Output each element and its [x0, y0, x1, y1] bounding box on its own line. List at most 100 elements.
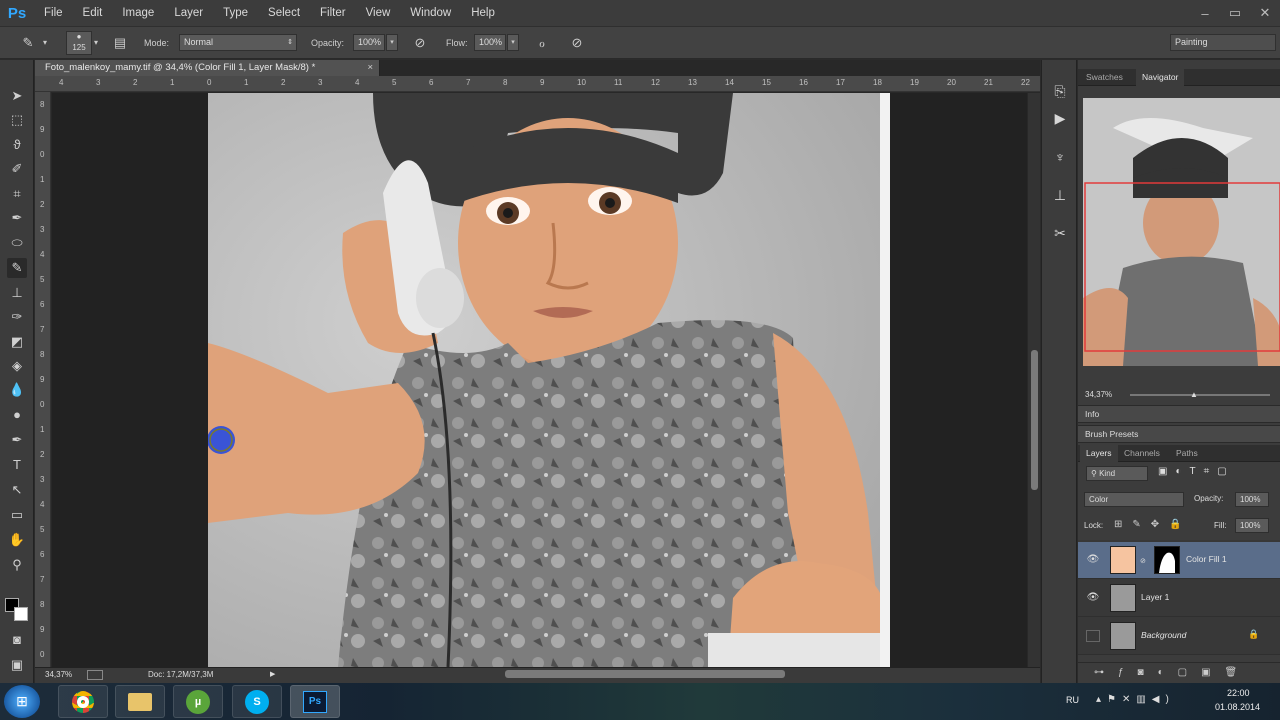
history-brush-tool-icon[interactable]: ✑ [7, 307, 27, 327]
menu-filter[interactable]: Filter [310, 0, 356, 26]
close-button[interactable]: ✕ [1250, 0, 1280, 26]
pen-tool-icon[interactable]: ✒ [7, 430, 27, 450]
visibility-toggle-empty[interactable] [1086, 630, 1100, 642]
hand-tool-icon[interactable]: ✋ [7, 530, 27, 550]
tab-navigator[interactable]: Navigator [1136, 69, 1185, 86]
document-tab[interactable]: Foto_malenkoy_mamy.tif @ 34,4% (Color Fi… [35, 60, 380, 76]
utorrent-taskbar-button[interactable]: µ [173, 685, 223, 718]
menu-type[interactable]: Type [213, 0, 258, 26]
flow-input[interactable]: 100% [474, 34, 506, 51]
screen-mode-icon[interactable]: ▣ [7, 655, 27, 675]
path-selection-tool-icon[interactable]: ↖ [7, 480, 27, 500]
blur-tool-icon[interactable]: 💧 [7, 380, 27, 400]
background-color-swatch[interactable] [14, 607, 28, 621]
eraser-tool-icon[interactable]: ◩ [7, 332, 27, 352]
tab-swatches[interactable]: Swatches [1080, 69, 1129, 86]
actions-panel-icon[interactable]: ▶ [1049, 107, 1071, 129]
photoshop-taskbar-button[interactable]: Ps [290, 685, 340, 718]
menu-view[interactable]: View [356, 0, 401, 26]
layer-opacity-input[interactable]: 100% [1235, 492, 1269, 507]
brush-size-picker[interactable]: ● 125 [66, 31, 92, 55]
pressure-opacity-icon[interactable]: ⊘ [412, 35, 428, 51]
flow-dropdown-icon[interactable]: ▾ [507, 34, 519, 51]
menu-file[interactable]: File [34, 0, 73, 26]
layer-filter-select[interactable]: ⚲ Kind [1086, 466, 1148, 481]
menu-layer[interactable]: Layer [164, 0, 213, 26]
horizontal-scroll-thumb[interactable] [505, 670, 785, 678]
airbrush-icon[interactable]: ℴ [534, 35, 550, 51]
workspace-select[interactable]: Painting [1170, 34, 1276, 51]
opacity-dropdown-icon[interactable]: ▾ [386, 34, 398, 51]
zoom-level[interactable]: 34,37% [45, 670, 72, 679]
visibility-eye-icon[interactable]: 👁 [1086, 554, 1100, 566]
type-tool-icon[interactable]: T [7, 455, 27, 475]
paint-bucket-tool-icon[interactable]: ◈ [7, 356, 27, 376]
move-tool-icon[interactable]: ➤ [7, 86, 27, 106]
dodge-tool-icon[interactable]: ● [7, 405, 27, 425]
minimize-button[interactable]: – [1190, 0, 1220, 26]
tab-layers[interactable]: Layers [1080, 445, 1118, 462]
blend-mode-select[interactable]: Color [1084, 492, 1184, 507]
tool-presets-panel-icon[interactable]: ✂ [1049, 222, 1071, 244]
brush-tool-icon[interactable]: ✎ [7, 258, 27, 278]
navigator-preview[interactable] [1083, 98, 1280, 366]
language-indicator[interactable]: RU [1066, 695, 1079, 705]
visibility-eye-icon[interactable]: 👁 [1086, 592, 1100, 604]
brush-panel-toggle-icon[interactable]: ▤ [112, 35, 128, 51]
menu-edit[interactable]: Edit [73, 0, 113, 26]
clone-source-panel-icon[interactable]: ⊥ [1049, 184, 1071, 206]
menu-select[interactable]: Select [258, 0, 310, 26]
pressure-size-icon[interactable]: ⊘ [569, 35, 585, 51]
quick-mask-icon[interactable]: ◙ [7, 630, 27, 650]
ruler-tick-label: 1 [40, 175, 45, 184]
fill-input[interactable]: 100% [1235, 518, 1269, 533]
rectangle-tool-icon[interactable]: ▭ [7, 505, 27, 525]
clock-time[interactable]: 22:00 [1227, 688, 1250, 698]
tray-icons[interactable]: ▴⚑✕▥◀) [1096, 694, 1175, 705]
layer-row-background[interactable]: Background 🔒 [1078, 618, 1280, 655]
zoom-tool-icon[interactable]: ⚲ [7, 555, 27, 575]
mode-select[interactable]: Normal ⇕ [179, 34, 297, 51]
restore-button[interactable]: ▭ [1220, 0, 1250, 26]
marquee-tool-icon[interactable]: ⬚ [7, 110, 27, 130]
status-menu-arrow-icon[interactable]: ▶ [270, 670, 275, 678]
chrome-taskbar-button[interactable] [58, 685, 108, 718]
tab-paths[interactable]: Paths [1170, 445, 1204, 462]
navigator-zoom-slider[interactable] [1130, 394, 1270, 396]
brush-tool-icon[interactable]: ✎ [20, 35, 36, 51]
explorer-taskbar-button[interactable] [115, 685, 165, 718]
vertical-scroll-thumb[interactable] [1031, 350, 1038, 490]
brush-panel-icon[interactable]: ♆ [1049, 146, 1071, 168]
layer-row-layer1[interactable]: 👁 Layer 1 [1078, 580, 1280, 617]
menu-help[interactable]: Help [461, 0, 505, 26]
menu-window[interactable]: Window [400, 0, 461, 26]
brush-picker-arrow-icon[interactable]: ▾ [92, 35, 100, 51]
layer-filter-icons[interactable]: ▣◐T⌗▢ [1158, 466, 1235, 477]
tab-channels[interactable]: Channels [1118, 445, 1166, 462]
healing-brush-tool-icon[interactable]: ⬭ [7, 233, 27, 253]
lock-icons[interactable]: ⊞✎✥🔒 [1114, 519, 1192, 530]
layers-footer-icons[interactable]: ⊶ƒ◙◐▢▣🗑 [1078, 662, 1280, 683]
brush-presets-panel-header[interactable]: Brush Presets [1078, 425, 1280, 443]
zoom-slider-handle-icon[interactable]: ▲ [1190, 390, 1198, 399]
menu-image[interactable]: Image [112, 0, 164, 26]
layer-row-color-fill[interactable]: 👁 ⊘ Color Fill 1 [1078, 542, 1280, 579]
photo-canvas[interactable] [208, 93, 890, 667]
skype-taskbar-button[interactable]: S [232, 685, 282, 718]
opacity-input[interactable]: 100% [353, 34, 385, 51]
history-panel-icon[interactable]: ⎘ [1049, 80, 1071, 102]
navigator-zoom[interactable]: 34,37% [1081, 388, 1119, 403]
info-panel-header[interactable]: Info [1078, 405, 1280, 423]
clone-stamp-tool-icon[interactable]: ⊥ [7, 283, 27, 303]
quick-selection-tool-icon[interactable]: ✐ [7, 159, 27, 179]
close-tab-icon[interactable]: × [367, 60, 373, 76]
clock-date[interactable]: 01.08.2014 [1215, 702, 1260, 712]
tool-preset-dropdown-icon[interactable]: ▾ [40, 35, 50, 51]
eyedropper-tool-icon[interactable]: ✒ [7, 208, 27, 228]
link-icon[interactable]: ⊘ [1140, 557, 1146, 565]
start-button[interactable]: ⊞ [4, 685, 40, 718]
layer-mask-thumbnail[interactable] [1154, 546, 1180, 574]
zoom-export-icon[interactable] [87, 670, 103, 680]
lasso-tool-icon[interactable]: ϑ [7, 135, 27, 155]
crop-tool-icon[interactable]: ⌗ [7, 184, 27, 204]
